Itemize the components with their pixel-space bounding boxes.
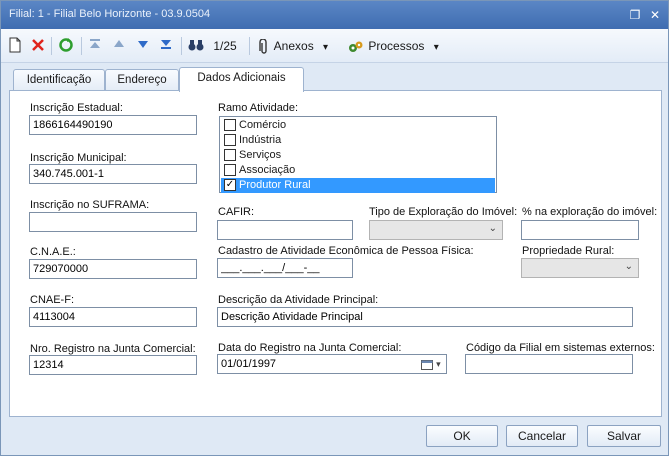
cafir-label: CAFIR: bbox=[218, 206, 255, 218]
calendar-button[interactable]: ▾ bbox=[417, 356, 445, 372]
descricao-atividade-input[interactable] bbox=[217, 307, 633, 327]
first-record-icon bbox=[90, 39, 100, 48]
last-record-icon bbox=[161, 40, 171, 49]
nro-registro-input[interactable] bbox=[29, 355, 197, 375]
checkbox[interactable] bbox=[224, 134, 236, 146]
chevron-down-icon: ⌄ bbox=[488, 223, 497, 234]
chevron-down-icon: ▾ bbox=[433, 42, 439, 53]
delete-record-button[interactable] bbox=[29, 37, 47, 55]
checkbox[interactable] bbox=[224, 164, 236, 176]
data-registro-field[interactable]: 01/01/1997 ▾ bbox=[217, 354, 447, 374]
first-record-button[interactable] bbox=[87, 37, 103, 55]
previous-record-button[interactable] bbox=[111, 37, 127, 55]
cnae-input[interactable] bbox=[29, 259, 197, 279]
tab-panel-dados-adicionais: Inscrição Estadual: Inscrição Municipal:… bbox=[9, 90, 662, 417]
chevron-down-icon: ▾ bbox=[436, 359, 441, 369]
window-title: Filial: 1 - Filial Belo Horizonte - 03.9… bbox=[9, 8, 211, 20]
cancel-button[interactable]: Cancelar bbox=[506, 425, 578, 447]
cadastro-atividade-label: Cadastro de Atividade Econômica de Pesso… bbox=[218, 245, 474, 257]
dialog-window: Filial: 1 - Filial Belo Horizonte - 03.9… bbox=[0, 0, 669, 456]
tab-dados-adicionais[interactable]: Dados Adicionais bbox=[179, 67, 304, 92]
cnae-f-input[interactable] bbox=[29, 307, 197, 327]
new-document-icon bbox=[9, 37, 21, 53]
refresh-button[interactable] bbox=[57, 37, 75, 55]
pct-exploracao-label: % na exploração do imóvel: bbox=[522, 206, 658, 218]
close-icon[interactable]: ✕ bbox=[647, 7, 663, 23]
previous-record-icon bbox=[114, 40, 124, 47]
ramo-atividade-label: Ramo Atividade: bbox=[218, 102, 299, 114]
list-item-label: Produtor Rural bbox=[239, 179, 311, 191]
ramo-atividade-list[interactable]: Comércio Indústria Serviços Associação ✓… bbox=[219, 116, 497, 193]
calendar-icon bbox=[421, 359, 434, 370]
list-item-label: Indústria bbox=[239, 134, 282, 146]
propriedade-rural-label: Propriedade Rural: bbox=[522, 245, 615, 257]
processos-button[interactable]: Processos ▾ bbox=[347, 37, 447, 55]
list-item-label: Associação bbox=[239, 164, 296, 176]
inscricao-municipal-label: Inscrição Municipal: bbox=[30, 152, 127, 164]
checkbox[interactable] bbox=[224, 119, 236, 131]
list-item[interactable]: ✓ Produtor Rural bbox=[221, 178, 495, 193]
tab-endereco[interactable]: Endereço bbox=[105, 69, 179, 91]
refresh-icon bbox=[59, 38, 73, 52]
save-button[interactable]: Salvar bbox=[587, 425, 661, 447]
processos-label: Processos bbox=[368, 39, 425, 53]
inscricao-estadual-label: Inscrição Estadual: bbox=[30, 102, 123, 114]
list-item[interactable]: Serviços bbox=[221, 148, 495, 163]
record-position: 1/25 bbox=[213, 39, 237, 53]
tipo-exploracao-label: Tipo de Exploração do Imóvel: bbox=[369, 206, 518, 218]
data-registro-value: 01/01/1997 bbox=[221, 358, 277, 370]
nro-registro-label: Nro. Registro na Junta Comercial: bbox=[30, 343, 196, 355]
propriedade-rural-select[interactable]: ⌄ bbox=[521, 258, 639, 278]
inscricao-suframa-label: Inscrição no SUFRAMA: bbox=[30, 199, 150, 211]
toolbar: 1/25 Anexos ▾ Processos ▾ bbox=[1, 29, 668, 63]
chevron-down-icon: ⌄ bbox=[624, 261, 633, 272]
toolbar-separator bbox=[51, 37, 52, 55]
last-record-button[interactable] bbox=[158, 37, 174, 55]
tipo-exploracao-select[interactable]: ⌄ bbox=[369, 220, 503, 240]
list-item[interactable]: Comércio bbox=[221, 118, 495, 133]
codigo-filial-input[interactable] bbox=[465, 354, 633, 374]
anexos-label: Anexos bbox=[273, 39, 314, 53]
toolbar-separator bbox=[181, 37, 182, 55]
chevron-down-icon: ▾ bbox=[323, 42, 329, 53]
new-record-button[interactable] bbox=[7, 37, 23, 55]
inscricao-estadual-input[interactable] bbox=[29, 115, 197, 135]
cnae-f-label: CNAE-F: bbox=[30, 294, 74, 306]
toolbar-separator bbox=[81, 37, 82, 55]
inscricao-suframa-input[interactable] bbox=[29, 212, 197, 232]
tab-identificacao[interactable]: Identificação bbox=[13, 69, 105, 91]
data-registro-label: Data do Registro na Junta Comercial: bbox=[218, 342, 402, 354]
restore-icon[interactable]: ❐ bbox=[627, 7, 643, 23]
cnae-label: C.N.A.E.: bbox=[30, 246, 76, 258]
binoculars-icon bbox=[188, 40, 204, 51]
paperclip-icon bbox=[259, 38, 267, 54]
cafir-input[interactable] bbox=[217, 220, 353, 240]
search-button[interactable] bbox=[187, 37, 205, 55]
next-record-icon bbox=[138, 41, 148, 48]
descricao-atividade-label: Descrição da Atividade Principal: bbox=[218, 294, 379, 306]
list-item[interactable]: Indústria bbox=[221, 133, 495, 148]
cadastro-atividade-input[interactable] bbox=[217, 258, 353, 278]
list-item-label: Comércio bbox=[239, 119, 287, 131]
checkbox-checked[interactable]: ✓ bbox=[224, 179, 236, 191]
gears-icon bbox=[349, 41, 363, 52]
toolbar-separator bbox=[249, 37, 250, 55]
list-item-label: Serviços bbox=[239, 149, 282, 161]
title-bar[interactable]: Filial: 1 - Filial Belo Horizonte - 03.9… bbox=[1, 1, 668, 29]
list-item[interactable]: Associação bbox=[221, 163, 495, 178]
pct-exploracao-input[interactable] bbox=[521, 220, 639, 240]
codigo-filial-label: Código da Filial em sistemas externos: bbox=[466, 342, 655, 354]
next-record-button[interactable] bbox=[135, 37, 151, 55]
delete-icon bbox=[32, 39, 44, 51]
inscricao-municipal-input[interactable] bbox=[29, 164, 197, 184]
checkbox[interactable] bbox=[224, 149, 236, 161]
ok-button[interactable]: OK bbox=[426, 425, 498, 447]
anexos-button[interactable]: Anexos ▾ bbox=[257, 37, 341, 55]
